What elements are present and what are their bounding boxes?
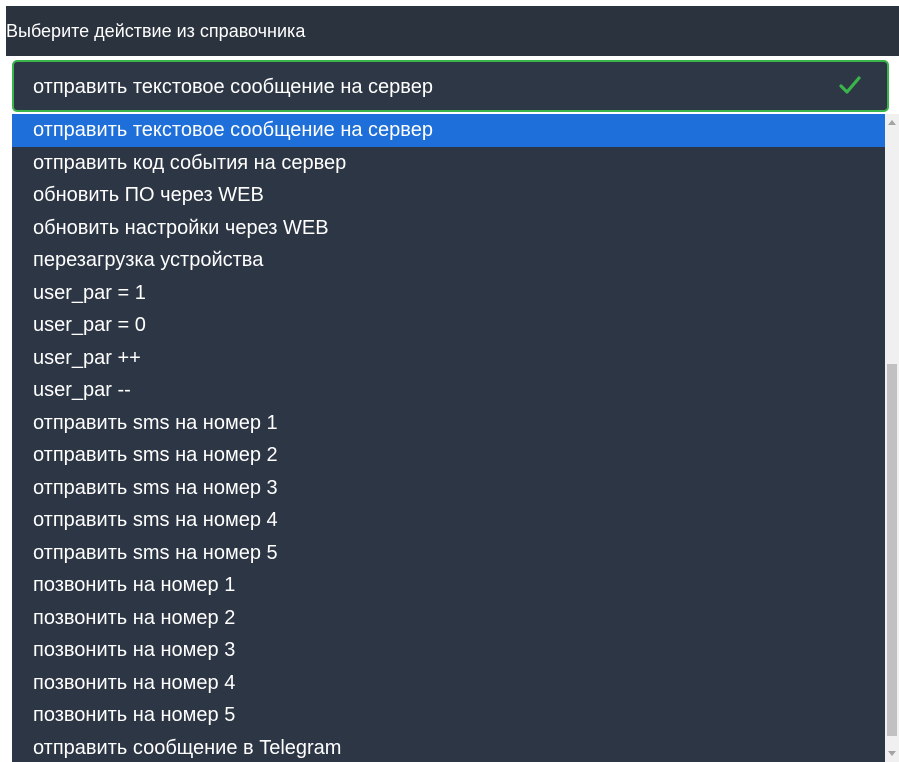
option-item-selected[interactable]: отправить текстовое сообщение на сервер xyxy=(12,114,885,147)
header-title: Выберите действие из справочника xyxy=(6,21,306,41)
option-item[interactable]: обновить ПО через WEB xyxy=(12,179,885,212)
option-item[interactable]: позвонить на номер 4 xyxy=(12,667,885,700)
action-picker-panel: Выберите действие из справочника отправи… xyxy=(0,0,899,762)
option-item[interactable]: отправить сообщение в Telegram xyxy=(12,732,885,762)
scroll-up-arrow-icon[interactable] xyxy=(888,120,896,125)
option-item[interactable]: отправить sms на номер 1 xyxy=(12,407,885,440)
option-item[interactable]: отправить sms на номер 5 xyxy=(12,537,885,570)
option-item[interactable]: отправить sms на номер 3 xyxy=(12,472,885,505)
options-list: отправить текстовое сообщение на сервер о… xyxy=(12,114,885,762)
option-item[interactable]: отправить sms на номер 2 xyxy=(12,439,885,472)
scroll-down-arrow-icon[interactable] xyxy=(888,751,896,756)
action-select-value: отправить текстовое сообщение на сервер xyxy=(33,76,433,98)
option-item[interactable]: позвонить на номер 3 xyxy=(12,634,885,667)
action-select[interactable]: отправить текстовое сообщение на сервер xyxy=(12,60,889,112)
option-item[interactable]: позвонить на номер 2 xyxy=(12,602,885,635)
action-dropdown-list[interactable]: отправить текстовое сообщение на сервер о… xyxy=(12,114,899,762)
scrollbar[interactable] xyxy=(885,114,899,762)
option-item[interactable]: отправить код события на сервер xyxy=(12,147,885,180)
option-item[interactable]: позвонить на номер 1 xyxy=(12,569,885,602)
option-item[interactable]: user_par = 0 xyxy=(12,309,885,342)
option-item[interactable]: user_par = 1 xyxy=(12,277,885,310)
option-item[interactable]: обновить настройки через WEB xyxy=(12,212,885,245)
option-item[interactable]: перезагрузка устройства xyxy=(12,244,885,277)
check-icon xyxy=(839,76,861,94)
scrollbar-thumb[interactable] xyxy=(887,364,897,736)
option-item[interactable]: user_par ++ xyxy=(12,342,885,375)
panel-header: Выберите действие из справочника xyxy=(6,6,899,56)
option-item[interactable]: user_par -- xyxy=(12,374,885,407)
option-item[interactable]: отправить sms на номер 4 xyxy=(12,504,885,537)
option-item[interactable]: позвонить на номер 5 xyxy=(12,699,885,732)
